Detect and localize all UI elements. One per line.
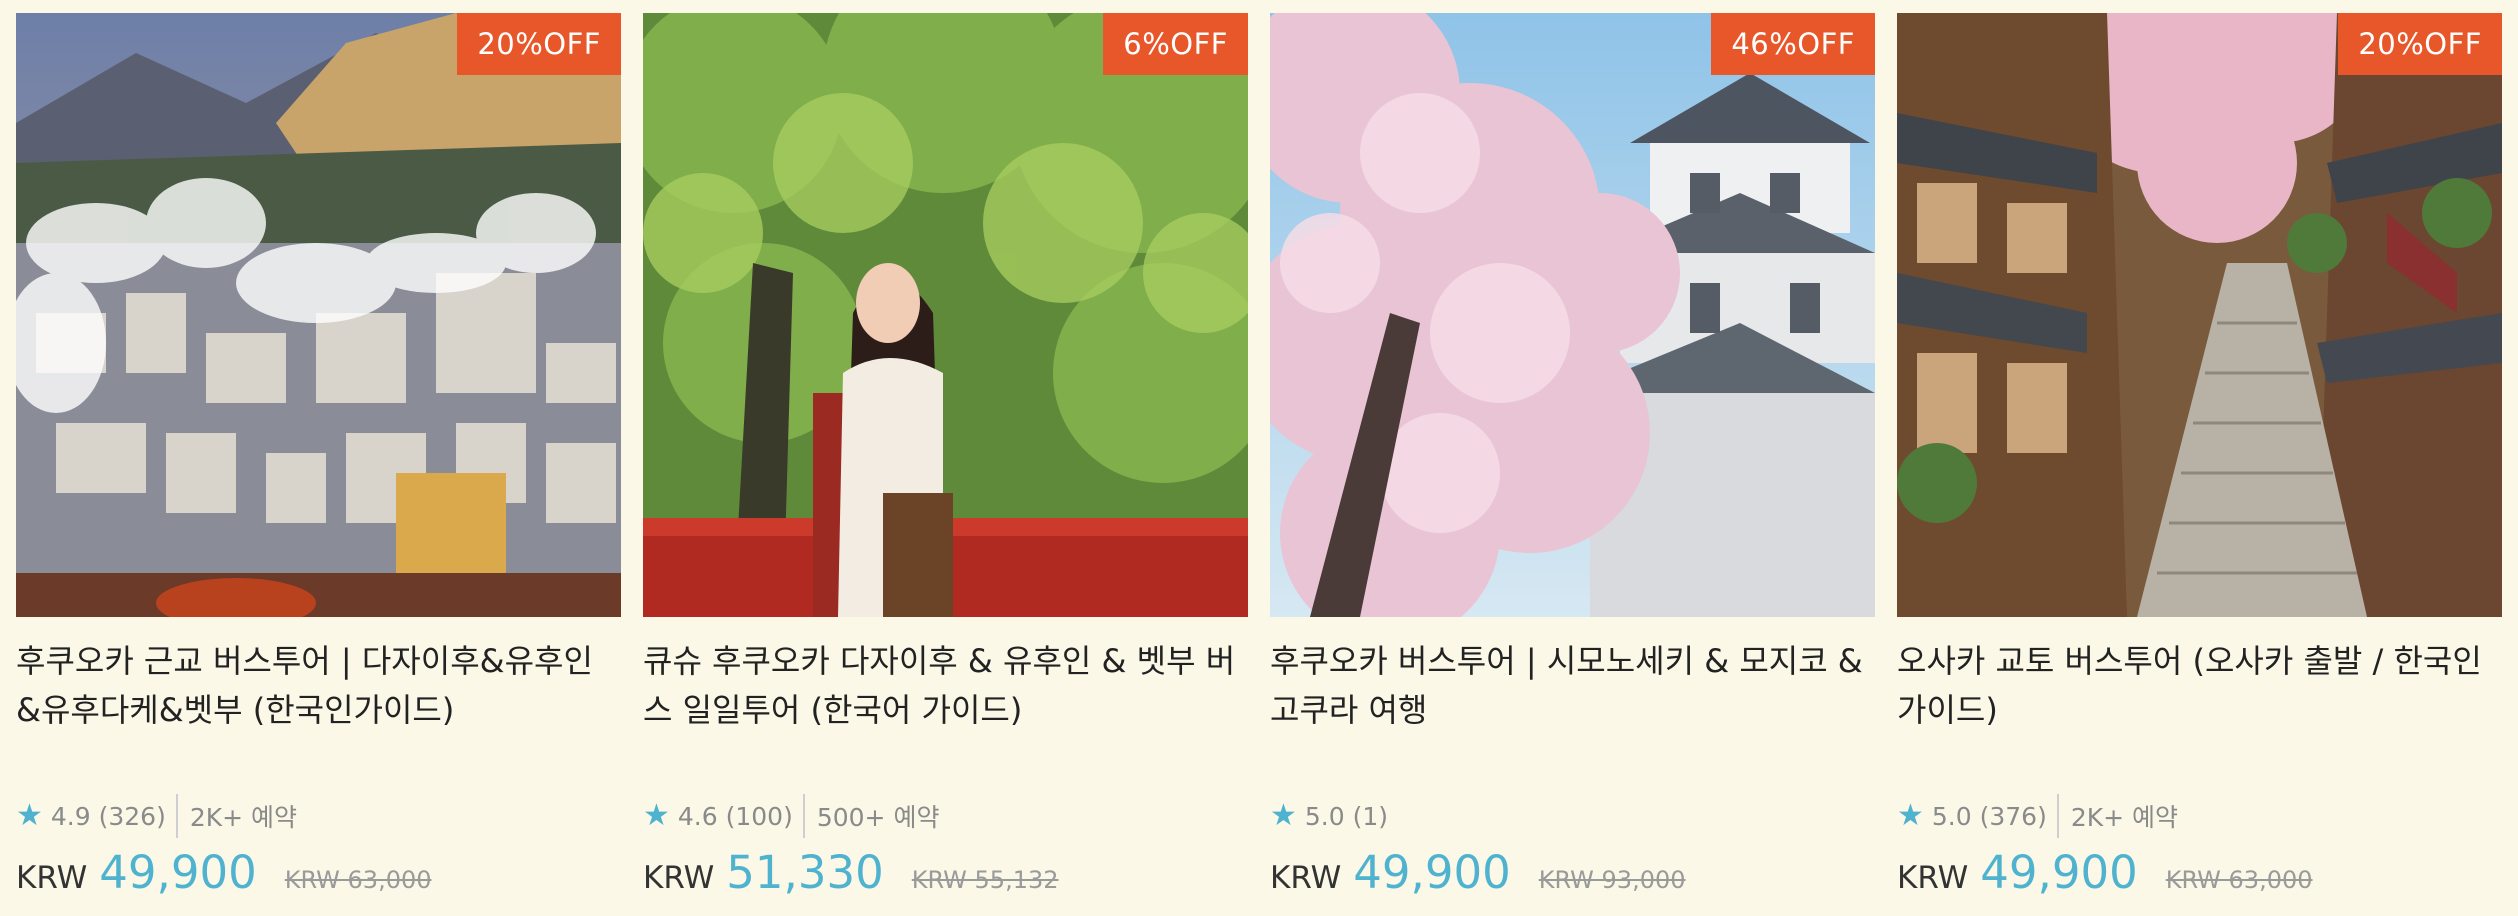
product-card[interactable]: 46%OFF 후쿠오카 버스투어 | 시모노세키 & 모지코 & 고쿠라 여행 …	[1270, 13, 1875, 916]
rating-row: ★ 4.9 (326) 2K+ 예약	[16, 794, 297, 838]
bookings-count: 2K+ 예약	[2070, 803, 2179, 832]
discount-badge: 20%OFF	[457, 13, 621, 75]
original-price: KRW 63,000	[2165, 866, 2313, 894]
bookings-count: 2K+ 예약	[189, 803, 298, 832]
castle-photo	[1270, 13, 1875, 617]
rating-row: ★ 4.6 (100) 500+ 예약	[643, 794, 939, 838]
price-row: KRW 51,330 KRW 55,132	[643, 846, 1059, 906]
meta-divider	[2056, 794, 2059, 838]
kyoto-street-photo	[1897, 13, 2502, 617]
product-title[interactable]: 후쿠오카 근교 버스투어 | 다자이후&유후인&유후다케&벳부 (한국인가이드)	[16, 637, 616, 737]
price-row: KRW 49,900 KRW 93,000	[1270, 846, 1686, 906]
star-icon: ★	[643, 798, 670, 833]
bookings-count: 500+ 예약	[816, 803, 940, 832]
sale-price: 49,900	[99, 846, 257, 899]
beppu-photo	[16, 13, 621, 617]
rating-row: ★ 5.0 (376) 2K+ 예약	[1897, 794, 2178, 838]
product-image[interactable]: 46%OFF	[1270, 13, 1875, 617]
meta-divider	[175, 794, 178, 838]
currency-label: KRW	[1270, 860, 1342, 896]
product-title[interactable]: 오사카 교토 버스투어 (오사카 출발 / 한국인가이드)	[1897, 637, 2497, 737]
currency-label: KRW	[16, 860, 88, 896]
discount-badge: 46%OFF	[1711, 13, 1875, 75]
price-row: KRW 49,900 KRW 63,000	[1897, 846, 2313, 906]
rating-row: ★ 5.0 (1)	[1270, 794, 1388, 838]
star-icon: ★	[1897, 798, 1924, 833]
rating-text: 4.9 (326)	[50, 801, 166, 831]
sale-price: 49,900	[1353, 846, 1511, 899]
product-title[interactable]: 큐슈 후쿠오카 다자이후 & 유후인 & 벳부 버스 일일투어 (한국어 가이드…	[643, 637, 1243, 737]
rating-text: 5.0 (1)	[1304, 801, 1389, 831]
discount-badge: 20%OFF	[2338, 13, 2502, 75]
star-icon: ★	[16, 798, 43, 833]
product-image[interactable]: 6%OFF	[643, 13, 1248, 617]
price-row: KRW 49,900 KRW 63,000	[16, 846, 432, 906]
sale-price: 51,330	[726, 846, 884, 899]
discount-badge: 6%OFF	[1103, 13, 1248, 75]
guide-photo	[643, 13, 1248, 617]
rating-text: 4.6 (100)	[677, 801, 793, 831]
product-card-row: 20%OFF 후쿠오카 근교 버스투어 | 다자이후&유후인&유후다케&벳부 (…	[0, 0, 2518, 916]
product-card[interactable]: 20%OFF 후쿠오카 근교 버스투어 | 다자이후&유후인&유후다케&벳부 (…	[16, 13, 621, 916]
product-image[interactable]: 20%OFF	[1897, 13, 2502, 617]
product-card[interactable]: 20%OFF 오사카 교토 버스투어 (오사카 출발 / 한국인가이드) ★ 5…	[1897, 13, 2502, 916]
original-price: KRW 55,132	[911, 866, 1059, 894]
currency-label: KRW	[643, 860, 715, 896]
rating-text: 5.0 (376)	[1931, 801, 2047, 831]
currency-label: KRW	[1897, 860, 1969, 896]
product-card[interactable]: 6%OFF 큐슈 후쿠오카 다자이후 & 유후인 & 벳부 버스 일일투어 (한…	[643, 13, 1248, 916]
meta-divider	[802, 794, 805, 838]
star-icon: ★	[1270, 798, 1297, 833]
product-image[interactable]: 20%OFF	[16, 13, 621, 617]
product-title[interactable]: 후쿠오카 버스투어 | 시모노세키 & 모지코 & 고쿠라 여행	[1270, 637, 1870, 737]
original-price: KRW 93,000	[1538, 866, 1686, 894]
sale-price: 49,900	[1980, 846, 2138, 899]
original-price: KRW 63,000	[284, 866, 432, 894]
